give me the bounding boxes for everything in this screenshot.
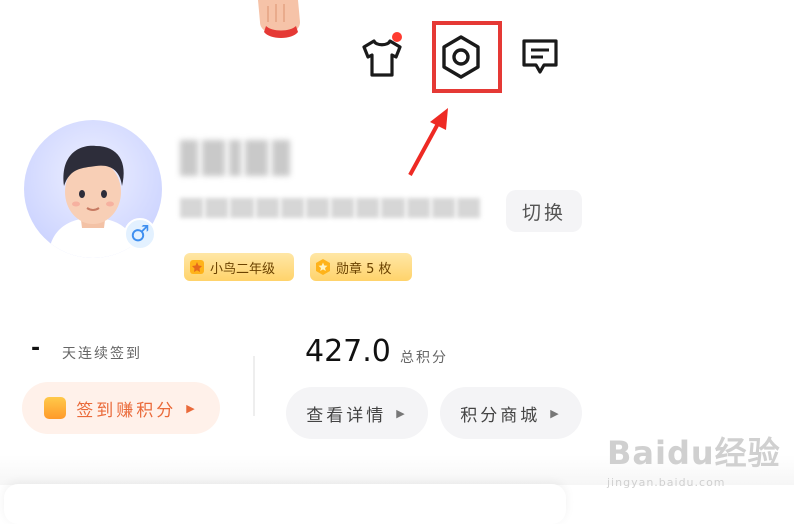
- medal-badge[interactable]: 勋章 5 枚: [310, 253, 412, 281]
- medal-badge-label: 勋章 5 枚: [336, 261, 392, 277]
- gender-male-icon: ♂: [124, 218, 156, 250]
- caret-right-icon: ▶: [396, 406, 408, 420]
- baidu-watermark: Baidu经验 jingyan.baidu.com: [607, 428, 787, 498]
- medal-icon: [314, 258, 332, 276]
- view-details-label: 查看详情: [306, 405, 387, 426]
- switch-account-button[interactable]: 切换: [506, 190, 582, 232]
- streak-label: 天连续签到: [62, 346, 142, 362]
- level-badge[interactable]: 小鸟二年级: [184, 253, 294, 281]
- stats-divider: [253, 356, 255, 416]
- points-label: 总积分: [400, 350, 448, 366]
- shirt-icon: [362, 39, 402, 77]
- view-details-button[interactable]: 查看详情 ▶: [286, 387, 428, 439]
- user-id-blurred: [180, 198, 481, 222]
- messages-button[interactable]: [516, 33, 564, 81]
- star-icon: [188, 258, 206, 276]
- caret-right-icon: ▶: [186, 401, 198, 415]
- bottom-card: [4, 484, 566, 524]
- notification-dot: [392, 32, 402, 42]
- points-mall-label: 积分商城: [460, 405, 541, 426]
- coin-icon: [44, 397, 67, 419]
- sign-in-button[interactable]: 签到赚积分 ▶: [22, 382, 220, 434]
- caret-right-icon: ▶: [550, 406, 562, 420]
- sign-in-label: 签到赚积分: [76, 400, 177, 421]
- message-icon: [522, 39, 558, 74]
- waving-hand-image: [250, 0, 310, 45]
- outfit-button[interactable]: [358, 32, 406, 82]
- points-value: 427.0: [305, 334, 391, 369]
- level-badge-label: 小鸟二年级: [210, 261, 276, 277]
- pointer-arrow: [400, 100, 460, 180]
- watermark-url: jingyan.baidu.com: [607, 476, 726, 489]
- points-mall-button[interactable]: 积分商城 ▶: [440, 387, 582, 439]
- username-blurred: [180, 135, 290, 181]
- streak-value: -: [31, 336, 41, 361]
- settings-highlight-box: [432, 21, 502, 93]
- watermark-logo: Baidu经验: [607, 434, 781, 472]
